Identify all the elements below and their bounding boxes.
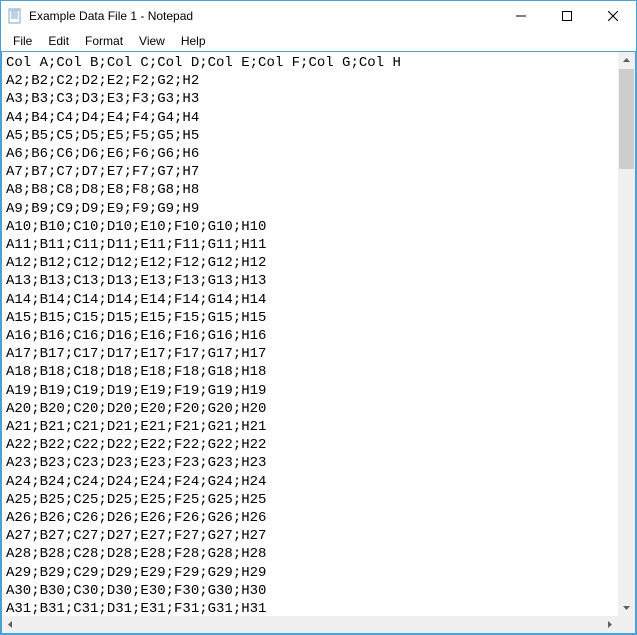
window-controls xyxy=(498,1,636,31)
scroll-right-button[interactable] xyxy=(601,616,618,633)
menubar: File Edit Format View Help xyxy=(1,31,636,51)
scroll-up-button[interactable] xyxy=(618,52,635,69)
scroll-left-button[interactable] xyxy=(2,616,19,633)
horizontal-scrollbar[interactable] xyxy=(2,616,635,633)
text-content[interactable]: Col A;Col B;Col C;Col D;Col E;Col F;Col … xyxy=(6,54,618,616)
vertical-scroll-thumb[interactable] xyxy=(619,69,634,169)
titlebar[interactable]: Example Data File 1 - Notepad xyxy=(1,1,636,31)
notepad-window: Example Data File 1 - Notepad File Edit … xyxy=(0,0,637,635)
scroll-down-button[interactable] xyxy=(618,599,635,616)
menu-format[interactable]: Format xyxy=(77,33,131,49)
menu-help[interactable]: Help xyxy=(173,33,214,49)
content-wrap: Col A;Col B;Col C;Col D;Col E;Col F;Col … xyxy=(1,51,636,634)
text-area[interactable]: Col A;Col B;Col C;Col D;Col E;Col F;Col … xyxy=(2,52,635,616)
scroll-corner xyxy=(618,616,635,633)
menu-file[interactable]: File xyxy=(5,33,40,49)
menu-edit[interactable]: Edit xyxy=(40,33,77,49)
menu-view[interactable]: View xyxy=(131,33,173,49)
close-button[interactable] xyxy=(590,1,636,31)
notepad-icon xyxy=(7,8,23,24)
window-title: Example Data File 1 - Notepad xyxy=(29,9,498,23)
minimize-button[interactable] xyxy=(498,1,544,31)
maximize-button[interactable] xyxy=(544,1,590,31)
vertical-scrollbar[interactable] xyxy=(618,52,635,616)
